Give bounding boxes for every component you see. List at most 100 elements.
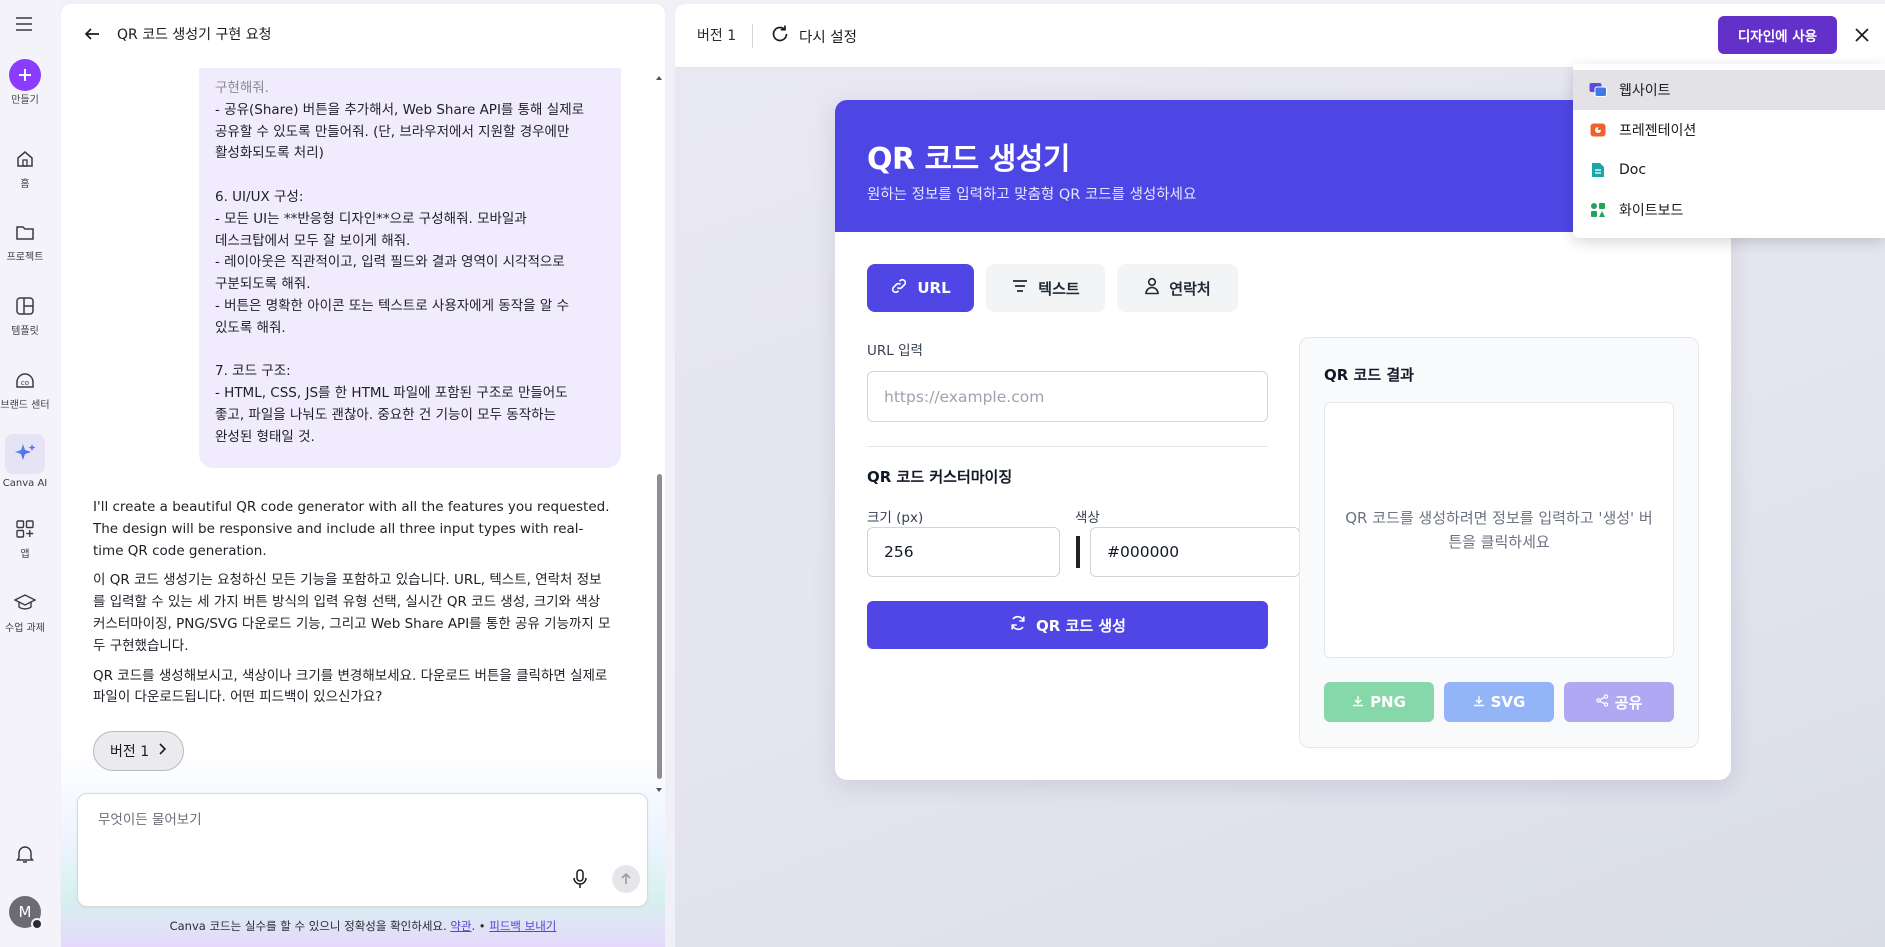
user-line: 6. UI/UX 구성: xyxy=(215,188,304,205)
tab-url[interactable]: URL xyxy=(867,264,974,312)
qr-result-panel: QR 코드 결과 QR 코드를 생성하려면 정보를 입력하고 '생성' 버튼을 … xyxy=(1299,337,1699,748)
generate-button[interactable]: QR 코드 생성 xyxy=(867,601,1268,649)
color-input[interactable]: #000000 xyxy=(1090,527,1300,577)
download-png-button[interactable]: PNG xyxy=(1324,682,1434,722)
menu-item-doc[interactable]: Doc xyxy=(1573,150,1885,190)
download-icon xyxy=(1352,693,1364,711)
feedback-link[interactable]: 피드백 보내기 xyxy=(489,919,556,933)
result-title: QR 코드 결과 xyxy=(1324,366,1414,384)
rail-projects-label: 프로젝트 xyxy=(6,252,44,263)
user-line: - 레이아웃은 직관적이고, 입력 필드와 결과 영역이 시각적으로 xyxy=(215,254,565,271)
rail-canva-ai[interactable]: Canva AI xyxy=(0,434,50,490)
app-title: QR 코드 생성기 xyxy=(867,142,1071,177)
user-line: 구분되도록 해줘. xyxy=(215,276,311,293)
rail-create[interactable]: 만들기 xyxy=(0,59,50,107)
user-line: 활성화되도록 처리) xyxy=(215,145,324,162)
use-in-design-button[interactable]: 디자인에 사용 xyxy=(1718,16,1837,54)
app-subtitle: 원하는 정보를 입력하고 맞춤형 QR 코드를 생성하세요 xyxy=(867,187,1197,203)
presentation-icon xyxy=(1589,121,1607,139)
preview-version-label: 버전 1 xyxy=(697,28,737,44)
user-line: 데스크탑에서 모두 잘 보이게 해줘. xyxy=(215,232,411,249)
back-arrow-icon[interactable] xyxy=(81,23,103,45)
reset-label: 다시 설정 xyxy=(799,29,857,46)
rail-create-label: 만들기 xyxy=(11,95,39,106)
terms-link[interactable]: 약관 xyxy=(450,919,471,933)
rail-projects[interactable]: 프로젝트 xyxy=(0,216,50,264)
qr-placeholder-text: QR 코드를 생성하려면 정보를 입력하고 '생성' 버튼을 클릭하세요 xyxy=(1345,509,1653,551)
tab-url-label: URL xyxy=(917,279,951,297)
tab-contact[interactable]: 연락처 xyxy=(1117,264,1238,312)
refresh-icon xyxy=(769,23,791,49)
color-swatch[interactable] xyxy=(1076,536,1080,568)
rail-templates[interactable]: 템플릿 xyxy=(0,290,50,338)
apps-icon xyxy=(9,513,41,545)
left-rail: 만들기 홈 프로젝트 템플릿 co 브랜드 센터 Canva AI 앱 수업 과… xyxy=(0,0,60,947)
user-line: 완성된 형태일 것. xyxy=(215,428,315,445)
rail-brand-label: 브랜드 센터 xyxy=(0,400,50,411)
toolbar-divider xyxy=(752,24,753,48)
chat-title: QR 코드 생성기 구현 요청 xyxy=(117,27,272,43)
share-icon xyxy=(1595,693,1609,711)
download-svg-button[interactable]: SVG xyxy=(1444,682,1554,722)
bell-icon[interactable] xyxy=(13,842,37,866)
url-input[interactable]: https://example.com xyxy=(867,371,1268,422)
tab-text[interactable]: 텍스트 xyxy=(986,264,1105,312)
rail-home-label: 홈 xyxy=(20,179,30,190)
menu-item-whiteboard-label: 화이트보드 xyxy=(1619,203,1684,219)
chat-input-box[interactable] xyxy=(77,793,648,907)
brand-icon: co xyxy=(9,364,41,396)
menu-item-presentation[interactable]: 프레젠테이션 xyxy=(1573,110,1885,150)
avatar[interactable]: M xyxy=(9,896,43,930)
reset-button[interactable]: 다시 설정 xyxy=(769,20,857,52)
preview-toolbar: 버전 1 다시 설정 디자인에 사용 xyxy=(675,4,1885,68)
menu-item-whiteboard[interactable]: 화이트보드 xyxy=(1573,190,1885,230)
arrow-up-icon xyxy=(621,872,631,884)
text-lines-icon xyxy=(1011,278,1029,298)
png-label: PNG xyxy=(1370,693,1406,711)
chat-input[interactable] xyxy=(98,812,598,828)
user-line xyxy=(215,165,605,187)
share-label: 공유 xyxy=(1614,693,1643,712)
disclaimer: Canva 코드는 실수를 할 수 있으니 정확성을 확인하세요. 약관. • … xyxy=(61,918,665,934)
chat-scrollbar-thumb[interactable] xyxy=(657,474,662,779)
assistant-paragraph: 이 QR 코드 생성기는 요청하신 모든 기능을 포함하고 있습니다. URL,… xyxy=(93,572,611,654)
doc-icon xyxy=(1589,161,1607,179)
rail-assignments[interactable]: 수업 과제 xyxy=(0,587,50,635)
size-input[interactable]: 256 xyxy=(867,527,1060,577)
version-chip[interactable]: 버전 1 xyxy=(93,731,185,771)
menu-item-doc-label: Doc xyxy=(1619,162,1647,178)
bullet-separator: • xyxy=(478,919,490,933)
website-icon xyxy=(1589,81,1607,99)
share-button[interactable]: 공유 xyxy=(1564,682,1674,722)
rail-home[interactable]: 홈 xyxy=(0,143,50,191)
use-in-design-menu: 웹사이트 프레젠테이션 Doc 화이트보드 xyxy=(1573,64,1885,238)
qr-placeholder: QR 코드를 생성하려면 정보를 입력하고 '생성' 버튼을 클릭하세요 xyxy=(1324,402,1674,658)
send-button[interactable] xyxy=(612,865,640,893)
refresh-icon xyxy=(1009,614,1027,636)
menu-item-presentation-label: 프레젠테이션 xyxy=(1619,123,1697,139)
rail-apps[interactable]: 앱 xyxy=(0,513,50,561)
menu-item-website[interactable]: 웹사이트 xyxy=(1573,70,1885,110)
rail-canva-ai-label: Canva AI xyxy=(2,478,48,489)
avatar-status-dot xyxy=(31,918,43,930)
sparkle-icon xyxy=(5,434,45,474)
template-icon xyxy=(9,290,41,322)
user-line xyxy=(215,340,605,362)
user-line: 있도록 해줘. xyxy=(215,319,286,336)
user-message: 구현해줘. - 공유(Share) 버튼을 추가해서, Web Share AP… xyxy=(199,68,621,468)
menu-item-website-label: 웹사이트 xyxy=(1619,83,1671,99)
close-icon[interactable] xyxy=(1849,22,1875,48)
link-icon xyxy=(890,277,908,299)
hamburger-menu-icon[interactable] xyxy=(12,12,36,36)
download-icon xyxy=(1473,693,1485,711)
rail-brand[interactable]: co 브랜드 센터 xyxy=(0,364,50,412)
microphone-icon[interactable] xyxy=(568,867,592,891)
plus-icon xyxy=(9,59,41,91)
user-line: - 공유(Share) 버튼을 추가해서, Web Share API를 통해 … xyxy=(215,101,585,118)
chat-panel: QR 코드 생성기 구현 요청 구현해줘. - 공유(Share) 버튼을 추가… xyxy=(61,4,665,947)
chat-header: QR 코드 생성기 구현 요청 xyxy=(61,4,665,64)
version-chip-label: 버전 1 xyxy=(110,744,150,760)
user-line: 좋고, 파일을 나눠도 괜찮아. 중요한 건 기능이 모두 동작하는 xyxy=(215,406,556,423)
folder-icon xyxy=(9,216,41,248)
period-separator: . xyxy=(471,919,476,933)
